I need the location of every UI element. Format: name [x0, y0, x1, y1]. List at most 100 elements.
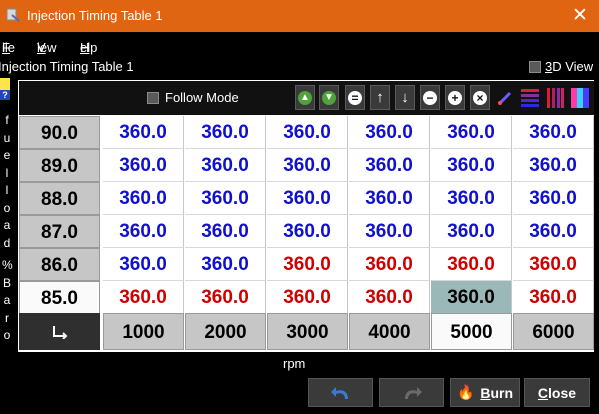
row-header[interactable]: 86.0	[19, 248, 100, 281]
follow-mode-checkbox[interactable]	[147, 91, 159, 104]
row-header[interactable]: 88.0	[19, 182, 100, 215]
horizontal-interpolate-button[interactable]	[520, 85, 540, 110]
table-cell[interactable]: 360.0	[103, 182, 184, 215]
row-header[interactable]: 87.0	[19, 215, 100, 248]
column-header[interactable]: 6000	[513, 313, 594, 350]
arrow-up-icon: ↑	[376, 89, 384, 106]
table-cell[interactable]: 360.0	[513, 248, 594, 281]
view-3d-label: 3D View	[545, 59, 594, 74]
hint-icon	[0, 78, 10, 90]
table-toolbar: Follow Mode ▲ ▼ = ↑ ↓ − + ×	[19, 81, 594, 115]
follow-mode-toggle[interactable]: Follow Mode	[147, 90, 239, 105]
table-cell[interactable]: 360.0	[431, 116, 512, 149]
table-cell[interactable]: 360.0	[349, 116, 430, 149]
table-cell[interactable]: 360.0	[185, 215, 266, 248]
app-icon	[6, 8, 20, 22]
undo-button[interactable]	[308, 378, 373, 407]
table-cell[interactable]: 360.0	[185, 248, 266, 281]
table-cell[interactable]: 360.0	[267, 116, 348, 149]
table-cell[interactable]: 360.0	[349, 248, 430, 281]
color-gradient-button[interactable]	[570, 85, 590, 110]
table-cell[interactable]: 360.0	[431, 215, 512, 248]
y-axis-char: o	[3, 328, 11, 342]
vertical-bars-icon	[547, 87, 564, 108]
set-equal-button[interactable]: =	[345, 85, 365, 110]
multiply-button[interactable]: ×	[470, 85, 490, 110]
close-button[interactable]: Close	[524, 378, 590, 407]
table-cell[interactable]: 360.0	[103, 149, 184, 182]
shift-up-button[interactable]: ↑	[370, 85, 390, 110]
menu-bar: File View Help	[0, 32, 599, 55]
table-cell[interactable]: 360.0	[185, 182, 266, 215]
row-header[interactable]: 90.0	[19, 116, 100, 149]
table-cell[interactable]: 360.0	[431, 281, 512, 314]
table-cell[interactable]: 360.0	[513, 281, 594, 314]
table-cell[interactable]: 360.0	[513, 182, 594, 215]
view-3d-toggle[interactable]: 3D View	[529, 59, 593, 74]
table-cell[interactable]: 360.0	[185, 149, 266, 182]
close-icon: ✕	[572, 5, 588, 26]
burn-label: Burn	[480, 384, 514, 401]
column-header[interactable]: 5000	[431, 313, 512, 350]
swap-axes-button[interactable]	[19, 313, 100, 350]
column-header[interactable]: 3000	[267, 313, 348, 350]
table-cell[interactable]: 360.0	[431, 182, 512, 215]
y-axis-char: d	[3, 235, 11, 250]
row-header[interactable]: 85.0	[19, 281, 100, 314]
table-cell[interactable]: 360.0	[267, 215, 348, 248]
follow-mode-label: Follow Mode	[165, 90, 239, 105]
row-header[interactable]: 89.0	[19, 149, 100, 182]
y-axis-char: B	[2, 275, 11, 290]
table-cell[interactable]: 360.0	[103, 215, 184, 248]
table-cell[interactable]: 360.0	[267, 149, 348, 182]
close-label: Close	[537, 384, 577, 401]
y-axis-char: l	[5, 183, 9, 197]
color-gradient-icon	[571, 87, 589, 108]
interpolate-button[interactable]	[495, 85, 515, 110]
table-cell[interactable]: 360.0	[513, 149, 594, 182]
column-header[interactable]: 2000	[185, 313, 266, 350]
subtract-button[interactable]: −	[420, 85, 440, 110]
table-cell[interactable]: 360.0	[267, 248, 348, 281]
table-cell[interactable]: 360.0	[103, 248, 184, 281]
view-3d-checkbox[interactable]	[529, 60, 541, 73]
table-cell[interactable]: 360.0	[185, 281, 266, 314]
table-cell[interactable]: 360.0	[349, 149, 430, 182]
table-cell[interactable]: 360.0	[103, 116, 184, 149]
decrement-button[interactable]: ▼	[319, 85, 339, 110]
table-cell[interactable]: 360.0	[185, 116, 266, 149]
table-cell[interactable]: 360.0	[513, 116, 594, 149]
table-cell[interactable]: 360.0	[513, 215, 594, 248]
table-cell[interactable]: 360.0	[431, 149, 512, 182]
column-header[interactable]: 1000	[103, 313, 184, 350]
table-cell[interactable]: 360.0	[103, 281, 184, 314]
table-cell[interactable]: 360.0	[349, 281, 430, 314]
vertical-interpolate-button[interactable]	[545, 85, 565, 110]
arrow-up-circle-icon: ▲	[298, 90, 312, 105]
y-axis-char: a	[3, 293, 11, 307]
y-axis-char: e	[3, 148, 11, 162]
undo-icon	[330, 386, 348, 399]
redo-button[interactable]	[379, 378, 444, 407]
increment-button[interactable]: ▲	[295, 85, 315, 110]
horizontal-bars-icon	[521, 88, 539, 107]
close-window-button[interactable]: ✕	[566, 4, 594, 28]
arrow-down-circle-icon: ▼	[322, 90, 336, 105]
multiply-icon: ×	[473, 90, 487, 105]
help-icon[interactable]: ?	[0, 90, 10, 100]
table-cell[interactable]: 360.0	[349, 182, 430, 215]
table-name: Injection Timing Table 1	[0, 59, 134, 74]
window-title: Injection Timing Table 1	[27, 8, 163, 23]
table-cell[interactable]: 360.0	[349, 215, 430, 248]
table-cell[interactable]: 360.0	[267, 182, 348, 215]
y-axis-char: r	[5, 310, 9, 325]
burn-button[interactable]: 🔥 Burn	[450, 378, 520, 407]
add-button[interactable]: +	[445, 85, 465, 110]
y-axis-char: o	[3, 200, 11, 215]
column-header[interactable]: 4000	[349, 313, 430, 350]
table-cell[interactable]: 360.0	[267, 281, 348, 314]
x-axis-label: rpm	[283, 356, 306, 371]
title-bar: Injection Timing Table 1 ✕	[0, 0, 599, 32]
shift-down-button[interactable]: ↓	[395, 85, 415, 110]
table-cell[interactable]: 360.0	[431, 248, 512, 281]
